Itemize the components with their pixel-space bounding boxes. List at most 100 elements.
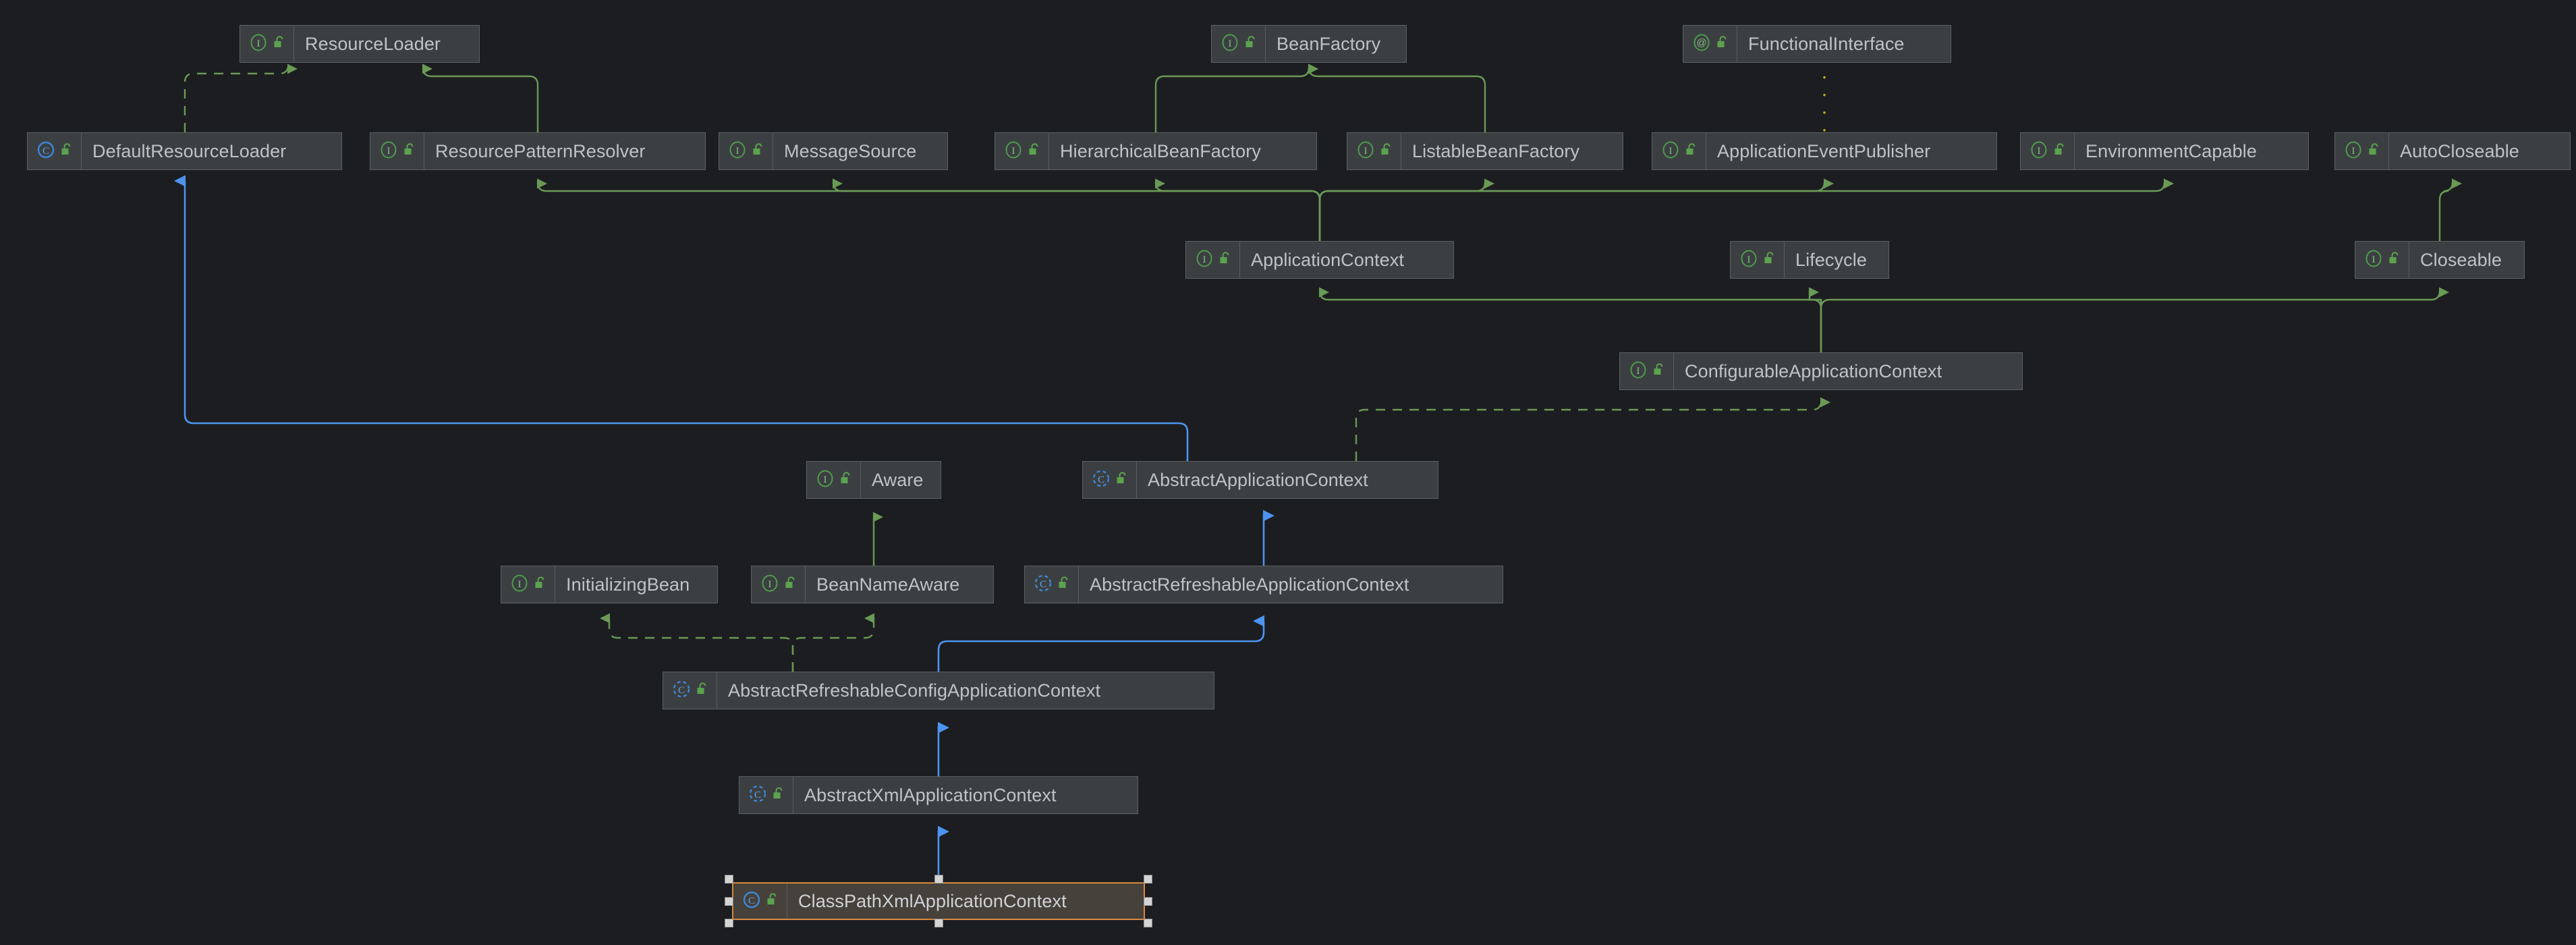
node-icon-group: C bbox=[733, 884, 787, 919]
public-unlock-icon bbox=[1653, 362, 1666, 381]
class-icon: C bbox=[741, 890, 762, 913]
public-unlock-icon bbox=[1058, 576, 1071, 594]
class-node-hierarchicalBeanFactory[interactable]: I HierarchicalBeanFactory bbox=[995, 132, 1317, 170]
resize-handle-n[interactable] bbox=[934, 875, 943, 884]
svg-text:I: I bbox=[2372, 254, 2376, 265]
public-unlock-icon bbox=[273, 35, 286, 53]
interface-icon: I bbox=[248, 32, 269, 56]
class-node-label: BeanNameAware bbox=[816, 574, 960, 595]
class-node-label: ResourceLoader bbox=[305, 33, 441, 54]
abstract-class-icon: C bbox=[1033, 573, 1053, 597]
public-unlock-icon bbox=[534, 576, 547, 594]
class-node-initializingBean[interactable]: I InitializingBean bbox=[501, 566, 718, 603]
public-unlock-icon bbox=[766, 892, 779, 911]
svg-text:I: I bbox=[257, 38, 260, 49]
node-icon-group: I bbox=[2355, 242, 2409, 278]
node-icon-group: I bbox=[1186, 242, 1240, 278]
class-node-abstractXmlApplicationContext[interactable]: C AbstractXmlApplicationContext bbox=[739, 776, 1138, 814]
class-node-label: AbstractRefreshableApplicationContext bbox=[1090, 574, 1409, 595]
public-unlock-icon bbox=[752, 142, 765, 161]
svg-text:C: C bbox=[754, 790, 761, 801]
class-node-abstractRefreshableConfigApplicationContext[interactable]: C AbstractRefreshableConfigApplicationCon… bbox=[663, 672, 1214, 709]
class-node-applicationEventPublisher[interactable]: I ApplicationEventPublisher bbox=[1652, 132, 1997, 170]
class-node-label: InitializingBean bbox=[566, 574, 690, 595]
public-unlock-icon bbox=[696, 682, 709, 700]
node-icon-group: I bbox=[1212, 26, 1266, 62]
svg-text:I: I bbox=[1747, 254, 1751, 265]
svg-text:I: I bbox=[1203, 254, 1206, 265]
class-node-label: FunctionalInterface bbox=[1748, 33, 1905, 54]
node-icon-group: I bbox=[807, 462, 861, 498]
interface-icon: I bbox=[1003, 140, 1024, 163]
public-unlock-icon bbox=[1028, 142, 1041, 161]
public-unlock-icon bbox=[773, 786, 785, 805]
abstract-class-icon: C bbox=[1091, 468, 1111, 492]
public-unlock-icon bbox=[2368, 142, 2381, 161]
class-diagram-canvas[interactable]: I ResourceLoader I BeanFactory @ FunctionalIn… bbox=[0, 0, 2576, 945]
class-node-label: ClassPathXmlApplicationContext bbox=[798, 890, 1067, 911]
svg-text:I: I bbox=[768, 579, 772, 590]
public-unlock-icon bbox=[1685, 142, 1698, 161]
class-node-beanFactory[interactable]: I BeanFactory bbox=[1211, 25, 1407, 63]
resize-handle-ne[interactable] bbox=[1144, 875, 1152, 884]
class-node-aware[interactable]: I Aware bbox=[806, 461, 941, 499]
node-icon-group: I bbox=[1652, 133, 1706, 169]
resize-handle-s[interactable] bbox=[934, 919, 943, 927]
node-icon-group: I bbox=[370, 133, 424, 169]
class-node-autoCloseable[interactable]: I AutoCloseable bbox=[2334, 132, 2571, 170]
interface-icon: I bbox=[1194, 248, 1214, 272]
public-unlock-icon bbox=[1716, 35, 1729, 53]
svg-text:C: C bbox=[43, 146, 49, 157]
svg-text:I: I bbox=[518, 579, 522, 590]
interface-icon: I bbox=[1628, 360, 1648, 383]
public-unlock-icon bbox=[1245, 35, 1258, 53]
public-unlock-icon bbox=[1219, 251, 1232, 269]
interface-icon: I bbox=[379, 140, 399, 163]
svg-text:I: I bbox=[387, 146, 391, 157]
class-node-applicationContext[interactable]: I ApplicationContext bbox=[1185, 241, 1454, 279]
svg-text:I: I bbox=[736, 146, 739, 157]
class-node-resourceLoader[interactable]: I ResourceLoader bbox=[240, 25, 480, 63]
interface-icon: I bbox=[2363, 248, 2384, 272]
node-icon-group: I bbox=[1347, 133, 1401, 169]
class-node-label: EnvironmentCapable bbox=[2085, 140, 2257, 161]
class-node-label: ResourcePatternResolver bbox=[435, 140, 646, 161]
class-node-label: Aware bbox=[872, 469, 924, 490]
class-node-closeable[interactable]: I Closeable bbox=[2355, 241, 2525, 279]
class-node-label: ConfigurableApplicationContext bbox=[1685, 360, 1942, 381]
resize-handle-nw[interactable] bbox=[725, 875, 733, 884]
class-node-resourcePatternResolver[interactable]: I ResourcePatternResolver bbox=[370, 132, 706, 170]
class-icon: C bbox=[36, 140, 56, 163]
class-node-functionalInterface[interactable]: @ FunctionalInterface bbox=[1683, 25, 1951, 63]
class-node-beanNameAware[interactable]: I BeanNameAware bbox=[751, 566, 994, 603]
public-unlock-icon bbox=[840, 471, 853, 489]
annotation-icon: @ bbox=[1691, 32, 1712, 56]
interface-icon: I bbox=[1739, 248, 1759, 272]
class-node-configurableApplicationContext[interactable]: I ConfigurableApplicationContext bbox=[1619, 352, 2023, 390]
class-node-listableBeanFactory[interactable]: I ListableBeanFactory bbox=[1347, 132, 1623, 170]
class-node-lifecycle[interactable]: I Lifecycle bbox=[1730, 241, 1889, 279]
svg-text:I: I bbox=[1669, 146, 1673, 157]
class-node-defaultResourceLoader[interactable]: C DefaultResourceLoader bbox=[27, 132, 342, 170]
class-node-classPathXmlApplicationContext[interactable]: C ClassPathXmlApplicationContext bbox=[732, 882, 1145, 920]
svg-text:I: I bbox=[2038, 146, 2041, 157]
node-icon-group: C bbox=[739, 777, 793, 813]
node-icon-group: I bbox=[1620, 353, 1674, 389]
resize-handle-e[interactable] bbox=[1144, 897, 1152, 906]
class-node-label: ApplicationEventPublisher bbox=[1717, 140, 1931, 161]
interface-icon: I bbox=[815, 468, 835, 492]
class-node-abstractApplicationContext[interactable]: C AbstractApplicationContext bbox=[1082, 461, 1438, 499]
class-node-label: Lifecycle bbox=[1795, 249, 1867, 270]
class-node-messageSource[interactable]: I MessageSource bbox=[719, 132, 948, 170]
resize-handle-se[interactable] bbox=[1144, 919, 1152, 927]
class-node-environmentCapable[interactable]: I EnvironmentCapable bbox=[2020, 132, 2309, 170]
class-node-abstractRefreshableApplicationContext[interactable]: C AbstractRefreshableApplicationContext bbox=[1024, 566, 1503, 603]
resize-handle-sw[interactable] bbox=[725, 919, 733, 927]
class-node-label: DefaultResourceLoader bbox=[92, 140, 287, 161]
svg-text:C: C bbox=[1040, 579, 1046, 590]
node-icon-group: I bbox=[240, 26, 294, 62]
svg-text:I: I bbox=[824, 475, 827, 485]
node-icon-group: I bbox=[752, 566, 806, 603]
node-icon-group: I bbox=[501, 566, 555, 603]
resize-handle-w[interactable] bbox=[725, 897, 733, 906]
